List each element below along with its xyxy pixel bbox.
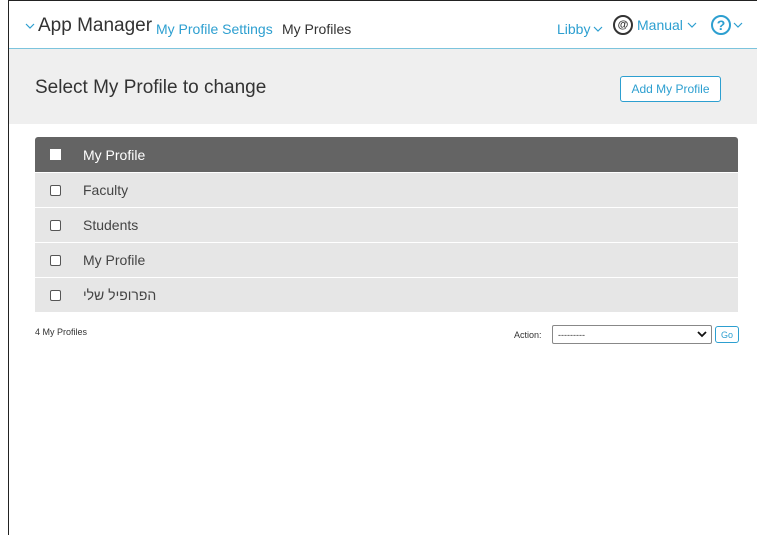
row-checkbox[interactable]	[50, 254, 61, 266]
chevron-down-icon	[733, 22, 743, 28]
manual-logo-icon: @	[613, 15, 633, 35]
user-menu[interactable]: Libby	[557, 21, 603, 37]
row-link[interactable]: My Profile	[83, 252, 145, 268]
row-checkbox[interactable]	[50, 289, 61, 301]
row-link[interactable]: הפרופיל שלי	[83, 287, 156, 303]
user-name: Libby	[557, 21, 591, 37]
chevron-down-icon	[25, 23, 35, 29]
app-window: App Manager My Profile Settings My Profi…	[8, 0, 757, 535]
action-label: Action:	[514, 330, 542, 340]
help-menu[interactable]: ?	[711, 15, 743, 35]
action-select[interactable]: ---------	[552, 325, 712, 344]
table-row: Students	[35, 207, 738, 242]
action-selected-value: ---------	[558, 329, 585, 340]
table-row: הפרופיל שלי	[35, 277, 738, 312]
page-header: Select My Profile to change Add My Profi…	[9, 49, 757, 124]
top-navigation-bar: App Manager My Profile Settings My Profi…	[9, 1, 757, 49]
chevron-down-icon	[594, 26, 603, 32]
go-button[interactable]: Go	[715, 326, 739, 343]
chevron-down-icon	[687, 22, 697, 28]
manual-menu[interactable]: @ Manual	[613, 15, 697, 35]
table-header: My Profile	[35, 137, 738, 172]
profiles-table: My Profile Faculty Students My Profile ה…	[35, 137, 738, 312]
row-link[interactable]: Faculty	[83, 182, 128, 198]
page-title: Select My Profile to change	[35, 77, 267, 98]
manual-label: Manual	[637, 17, 683, 33]
table-row: My Profile	[35, 242, 738, 277]
row-checkbox[interactable]	[50, 184, 61, 196]
result-count: 4 My Profiles	[35, 327, 88, 337]
app-title: App Manager	[38, 15, 153, 36]
chevron-down-icon	[697, 331, 707, 338]
app-menu[interactable]: App Manager	[25, 15, 152, 37]
column-header-my-profile[interactable]: My Profile	[83, 147, 145, 163]
row-checkbox[interactable]	[50, 219, 61, 231]
select-all-checkbox[interactable]	[50, 149, 61, 160]
add-my-profile-button[interactable]: Add My Profile	[620, 76, 721, 102]
breadcrumb-my-profile-settings[interactable]: My Profile Settings	[156, 21, 273, 37]
help-icon: ?	[711, 15, 731, 35]
row-link[interactable]: Students	[83, 217, 138, 233]
breadcrumb-current: My Profiles	[282, 21, 352, 37]
table-row: Faculty	[35, 172, 738, 207]
